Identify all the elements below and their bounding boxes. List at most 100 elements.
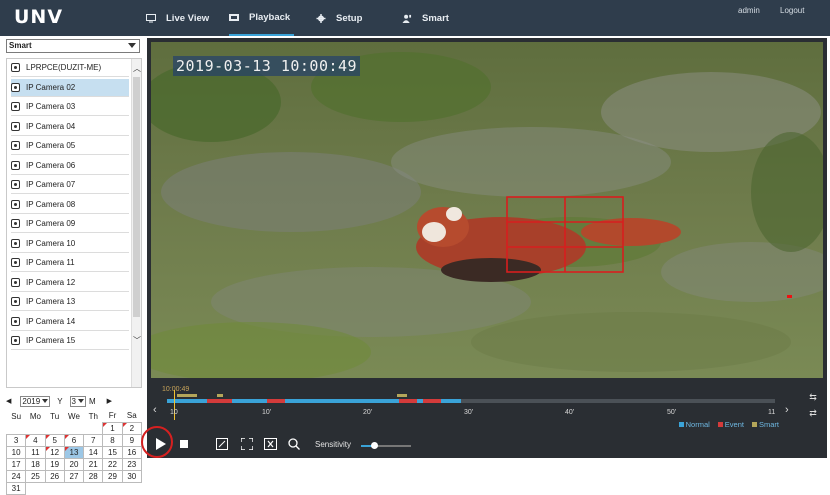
device-label: IP Camera 06 <box>26 160 76 170</box>
legend-label: Smart <box>758 420 779 429</box>
play-button[interactable] <box>153 437 169 451</box>
close-all-button[interactable] <box>263 437 277 451</box>
nav-live-view[interactable]: Live View <box>146 0 209 36</box>
calendar-next-icon[interactable]: ▶ <box>107 397 112 405</box>
weekday-header: Th <box>88 411 98 421</box>
timeline-track[interactable] <box>167 394 775 403</box>
calendar-day[interactable]: 13 <box>63 445 85 459</box>
device-item[interactable]: LPRPCE(DUZIT-ME) <box>11 59 129 77</box>
calendar-day[interactable]: 27 <box>63 469 85 483</box>
video-frame[interactable]: 2019-03-13 10:00:49 <box>151 42 823 378</box>
camera-icon <box>11 141 20 150</box>
calendar-day[interactable]: 29 <box>102 469 123 483</box>
nav-playback[interactable]: Playback <box>229 0 295 36</box>
calendar-day[interactable]: 9 <box>121 433 143 447</box>
calendar-day[interactable]: 24 <box>5 469 27 483</box>
zoom-out-icon[interactable]: ⇆ <box>807 392 819 402</box>
month-value: 3 <box>71 396 76 406</box>
tick-label: 10 <box>170 409 178 416</box>
calendar-day[interactable]: 17 <box>5 457 27 471</box>
calendar-day[interactable]: 15 <box>102 445 123 459</box>
device-list-scrollbar[interactable]: ︿ ﹀ <box>131 59 141 387</box>
legend-label: Event <box>724 420 744 429</box>
calendar-day[interactable]: 28 <box>83 469 104 483</box>
clip-icon <box>216 438 228 450</box>
device-item[interactable]: IP Camera 09 <box>11 215 129 233</box>
logout-link[interactable]: Logout <box>780 6 804 15</box>
device-list: LPRPCE(DUZIT-ME) IP Camera 02 IP Camera … <box>6 58 142 388</box>
calendar-day[interactable]: 11 <box>25 445 46 459</box>
clip-button[interactable] <box>215 437 229 451</box>
device-item[interactable]: IP Camera 10 <box>11 235 129 253</box>
zoom-in-icon[interactable]: ⇄ <box>807 408 819 418</box>
calendar-day[interactable]: 22 <box>102 457 123 471</box>
calendar-day[interactable]: 26 <box>44 469 65 483</box>
device-item[interactable]: IP Camera 11 <box>11 254 129 272</box>
calendar-day[interactable]: 25 <box>25 469 46 483</box>
calendar-day[interactable]: 3 <box>5 433 27 447</box>
calendar-prev-icon[interactable]: ◀ <box>6 397 11 405</box>
scroll-up-icon[interactable]: ︿ <box>133 65 141 73</box>
timeline-legend: Normal Event Smart <box>678 420 779 429</box>
device-label: IP Camera 07 <box>26 180 76 189</box>
calendar-day[interactable]: 2 <box>121 421 143 435</box>
calendar-day[interactable]: 7 <box>83 433 104 447</box>
weekday-header: Tu <box>50 411 60 421</box>
device-item[interactable]: IP Camera 02 <box>11 78 129 97</box>
device-item[interactable]: IP Camera 15 <box>11 332 129 350</box>
calendar-day[interactable]: 1 <box>102 421 123 435</box>
year-label: Y <box>57 396 63 406</box>
smart-swatch-icon <box>751 422 757 427</box>
calendar-day[interactable]: 5 <box>44 433 65 447</box>
playback-controls: Sensitivity <box>141 426 827 458</box>
calendar-empty-cell <box>26 482 45 494</box>
calendar-day[interactable]: 18 <box>25 457 46 471</box>
timeline[interactable]: 10:00:49 10 10' 20' 30' 40' 50' 11 ‹ › N… <box>147 382 827 429</box>
brand-logo: unv <box>14 6 64 28</box>
fullscreen-button[interactable] <box>240 437 254 451</box>
device-item[interactable]: IP Camera 13 <box>11 293 129 311</box>
monitor-icon <box>146 13 156 22</box>
nav-live-view-label: Live View <box>166 12 210 24</box>
month-select[interactable]: 3 <box>69 395 86 407</box>
event-segment <box>399 399 417 403</box>
calendar-day[interactable]: 30 <box>121 469 143 483</box>
scroll-down-icon[interactable]: ﹀ <box>133 337 141 345</box>
device-item[interactable]: IP Camera 12 <box>11 274 129 292</box>
calendar-day[interactable]: 10 <box>5 445 27 459</box>
stop-button[interactable] <box>177 437 191 451</box>
calendar-day[interactable]: 23 <box>121 457 143 471</box>
timeline-prev-button[interactable]: ‹ <box>153 404 157 416</box>
calendar-day[interactable]: 20 <box>63 457 85 471</box>
timeline-next-button[interactable]: › <box>785 404 789 416</box>
year-select[interactable]: 2019 <box>20 395 51 407</box>
device-item[interactable]: IP Camera 03 <box>11 98 129 116</box>
calendar-day[interactable]: 16 <box>121 445 143 459</box>
smart-search-button[interactable] <box>287 437 301 451</box>
calendar-day[interactable]: 12 <box>44 445 65 459</box>
calendar-day[interactable]: 8 <box>102 433 123 447</box>
nav-setup[interactable]: Setup <box>316 0 362 36</box>
calendar-day[interactable]: 31 <box>5 481 27 495</box>
device-label: IP Camera 09 <box>26 219 76 228</box>
calendar-day[interactable]: 21 <box>83 457 104 471</box>
device-item[interactable]: IP Camera 06 <box>11 157 129 175</box>
device-item[interactable]: IP Camera 14 <box>11 313 129 331</box>
mode-select[interactable]: Smart <box>6 39 140 53</box>
sensitivity-slider-knob[interactable] <box>370 442 378 449</box>
calendar-day[interactable]: 6 <box>63 433 85 447</box>
chevron-down-icon <box>77 399 84 403</box>
scroll-thumb[interactable] <box>133 77 140 317</box>
calendar-day[interactable]: 4 <box>25 433 46 447</box>
device-item[interactable]: IP Camera 04 <box>11 118 129 136</box>
nav-smart[interactable]: Smart <box>402 0 449 36</box>
chevron-down-icon <box>128 43 136 48</box>
calendar-day[interactable]: 19 <box>44 457 65 471</box>
device-item[interactable]: IP Camera 05 <box>11 137 129 155</box>
device-item[interactable]: IP Camera 07 <box>11 176 129 194</box>
calendar-day[interactable]: 14 <box>83 445 104 459</box>
sensitivity-slider[interactable] <box>361 442 411 449</box>
calendar-empty-cell <box>64 482 83 494</box>
device-label: IP Camera 13 <box>26 297 76 306</box>
device-item[interactable]: IP Camera 08 <box>11 196 129 214</box>
